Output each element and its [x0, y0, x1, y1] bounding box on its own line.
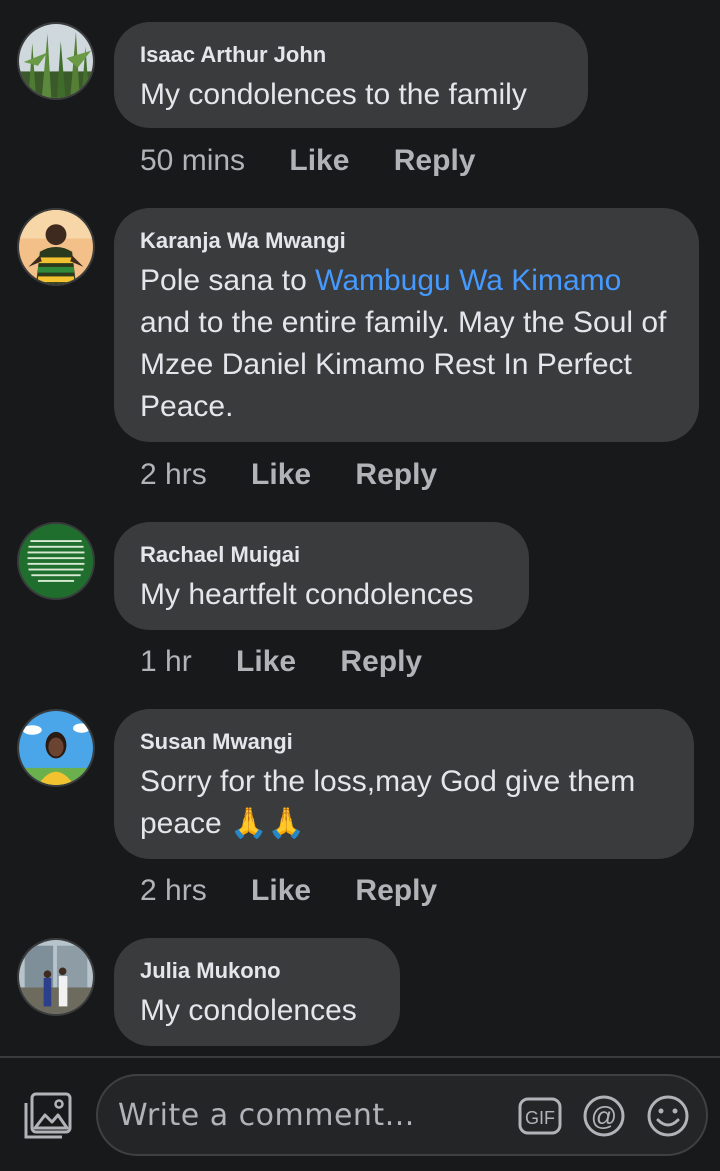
comment-meta: 50 mins Like Reply: [140, 144, 511, 178]
avatar[interactable]: [17, 709, 95, 787]
comment-text: Sorry for the loss,may God give them pea…: [140, 761, 668, 845]
comment-input[interactable]: Write a comment... GIF @: [96, 1074, 708, 1156]
comments-feed[interactable]: Isaac Arthur John My condolences to the …: [0, 0, 720, 1056]
gif-icon[interactable]: GIF: [518, 1097, 562, 1135]
comment-input-placeholder: Write a comment...: [118, 1098, 415, 1133]
comment-meta: 2 hrs Like Reply: [140, 874, 473, 908]
avatar[interactable]: [17, 208, 95, 286]
like-button[interactable]: Like: [289, 144, 349, 178]
comment-author[interactable]: Karanja Wa Mwangi: [140, 228, 673, 254]
comment-bubble[interactable]: Julia Mukono My condolences: [114, 938, 400, 1046]
photo-icon[interactable]: [22, 1091, 74, 1141]
comment-author[interactable]: Susan Mwangi: [140, 729, 668, 755]
comment-time[interactable]: 1 hr: [140, 645, 192, 679]
comment-text-part: Pole sana to: [140, 264, 316, 297]
comment-text-part: and to the entire family. May the Soul o…: [140, 306, 667, 423]
comment-bubble[interactable]: Susan Mwangi Sorry for the loss,may God …: [114, 709, 694, 859]
avatar-graphic: [19, 524, 93, 598]
comment-time[interactable]: 2 hrs: [140, 874, 207, 908]
comment-text: My condolences to the family: [140, 78, 527, 111]
comment-bubble[interactable]: Rachael Muigai My heartfelt condolences: [114, 522, 529, 630]
like-button[interactable]: Like: [236, 645, 296, 679]
comment-text: My condolences: [140, 994, 357, 1027]
like-button[interactable]: Like: [251, 458, 311, 492]
like-button[interactable]: Like: [251, 874, 311, 908]
comment-time[interactable]: 50 mins: [140, 144, 245, 178]
comment-author[interactable]: Rachael Muigai: [140, 542, 503, 568]
comment-author[interactable]: Isaac Arthur John: [140, 42, 562, 68]
comment-bubble[interactable]: Isaac Arthur John My condolences to the …: [114, 22, 588, 128]
reply-button[interactable]: Reply: [394, 144, 476, 178]
comment-composer: Write a comment... GIF @: [0, 1058, 720, 1171]
comment-meta: 1 hr Like Reply: [140, 645, 458, 679]
comment-text-part: Sorry for the loss,may God give them pea…: [140, 765, 636, 840]
comment-time[interactable]: 2 hrs: [140, 458, 207, 492]
comment-text: My heartfelt condolences: [140, 578, 474, 611]
gif-label: GIF: [525, 1108, 555, 1128]
comment-text: Pole sana to Wambugu Wa Kimamo and to th…: [140, 260, 673, 428]
avatar[interactable]: [17, 938, 95, 1016]
avatar[interactable]: [17, 522, 95, 600]
comment-meta: 2 hrs Like Reply: [140, 458, 473, 492]
comment-author[interactable]: Julia Mukono: [140, 958, 374, 984]
avatar[interactable]: [17, 22, 95, 100]
comment-bubble[interactable]: Karanja Wa Mwangi Pole sana to Wambugu W…: [114, 208, 699, 442]
smile-icon[interactable]: [646, 1094, 690, 1138]
reply-button[interactable]: Reply: [340, 645, 422, 679]
at-label: @: [591, 1101, 617, 1131]
at-icon[interactable]: @: [582, 1094, 626, 1138]
folded-hands-emoji: 🙏🙏: [230, 807, 305, 840]
mention-link[interactable]: Wambugu Wa Kimamo: [315, 264, 621, 297]
reply-button[interactable]: Reply: [355, 874, 437, 908]
reply-button[interactable]: Reply: [355, 458, 437, 492]
